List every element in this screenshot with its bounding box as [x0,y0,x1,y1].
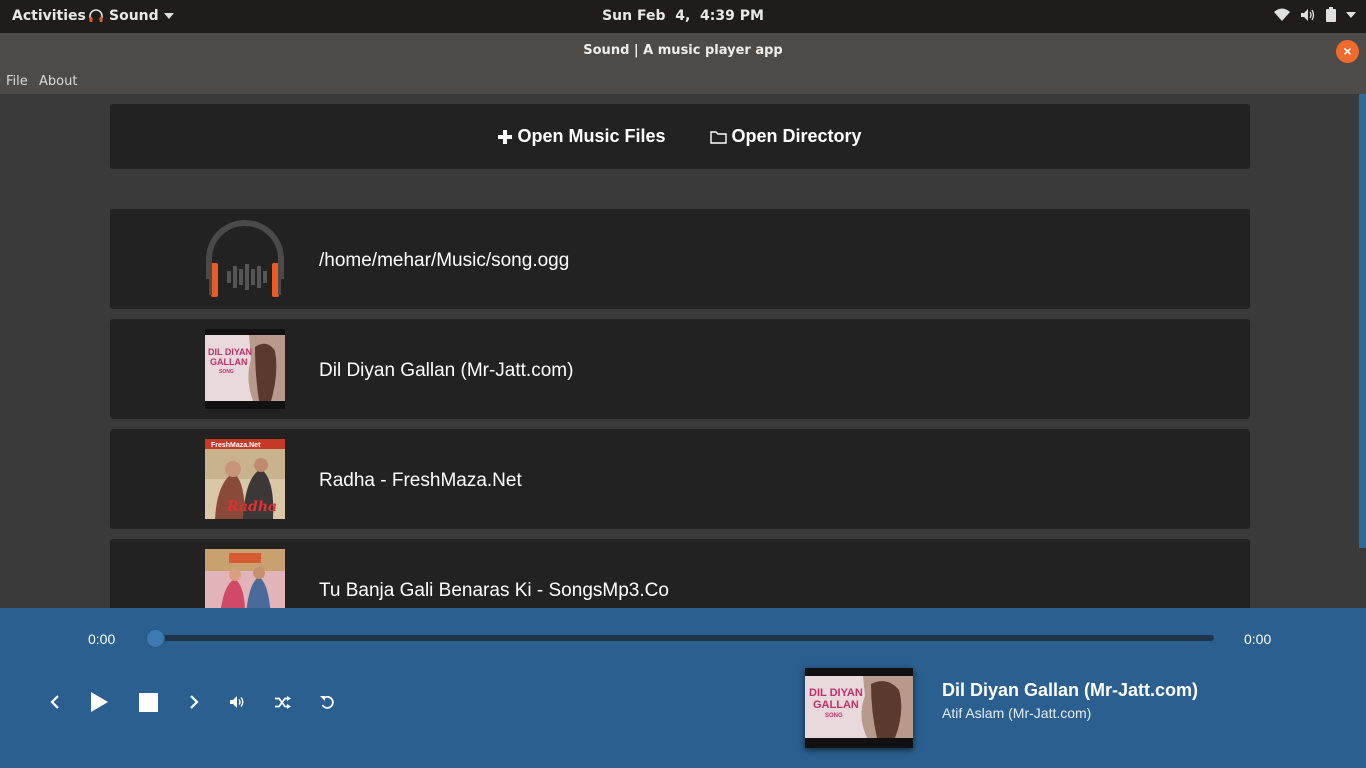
scrollbar-thumb[interactable] [1359,94,1366,548]
volume-button[interactable] [225,690,249,714]
open-directory-label: Open Directory [731,126,862,146]
menu-bar: File About [0,68,1366,94]
repeat-button[interactable] [315,690,339,714]
album-art-text: GALLAN [210,357,248,367]
open-music-files-button[interactable]: Open Music Files [498,126,666,147]
open-directory-button[interactable]: Open Directory [709,126,862,147]
window-title-bar: Sound | A music player app × [0,33,1366,68]
menu-about[interactable]: About [39,74,77,89]
chevron-right-icon [190,695,199,709]
scrollbar[interactable] [1359,94,1366,608]
wifi-icon [1274,8,1290,21]
player-bar: 0:00 0:00 DIL DIYAN GALLAN SONG Dil Diya… [0,608,1366,768]
clock[interactable]: Sun Feb 4, 4:39 PM [0,8,1366,24]
next-button[interactable] [182,690,206,714]
now-playing-title: Dil Diyan Gallan (Mr-Jatt.com) [942,680,1199,700]
song-row[interactable]: /home/mehar/Music/song.ogg [110,209,1250,309]
song-list-area[interactable]: Open Music Files Open Directory /home/me… [0,94,1359,608]
close-button[interactable]: × [1336,40,1359,63]
album-art-text: Radha [226,499,277,515]
window-title: Sound | A music player app [583,43,783,58]
play-icon [91,692,108,712]
elapsed-time: 0:00 [88,631,116,647]
system-tray[interactable] [1274,7,1356,22]
shuffle-icon [275,695,291,709]
headphones-placeholder-icon [205,219,285,299]
song-row[interactable]: DIL DIYAN GALLAN SONG Dil Diyan Gallan (… [110,319,1250,419]
chevron-down-icon [1346,11,1356,18]
album-art-text: DIL DIYAN [208,347,252,357]
plus-icon [498,129,513,144]
play-button[interactable] [87,690,111,714]
now-playing-artist: Atif Aslam (Mr-Jatt.com) [942,705,1092,721]
stop-icon [138,692,158,712]
seek-bar-handle[interactable] [147,630,164,647]
chevron-left-icon [50,695,59,709]
folder-icon [709,130,727,144]
system-top-bar: Activities Sound Sun Feb 4, 4:39 PM [0,0,1366,33]
album-art-text: SONG [825,713,843,719]
song-row[interactable]: Tu Banja Gali Benaras Ki - SongsMp3.Co [110,539,1250,608]
menu-file[interactable]: File [6,74,28,89]
previous-button[interactable] [43,690,67,714]
album-art-text: GALLAN [813,699,859,711]
now-playing-album-art: DIL DIYAN GALLAN SONG [805,668,913,748]
repeat-icon [319,695,334,709]
song-row[interactable]: FreshMaza.Net Radha Radha - FreshMaza.Ne… [110,429,1250,529]
shuffle-button[interactable] [271,690,295,714]
open-music-files-label: Open Music Files [517,126,666,146]
song-title: Dil Diyan Gallan (Mr-Jatt.com) [319,360,574,381]
volume-icon [229,696,243,708]
song-title: Radha - FreshMaza.Net [319,470,522,491]
file-toolbar: Open Music Files Open Directory [110,104,1250,169]
total-duration: 0:00 [1244,631,1272,647]
album-art-text: DIL DIYAN [809,687,863,699]
battery-icon [1326,7,1336,22]
song-title: Tu Banja Gali Benaras Ki - SongsMp3.Co [319,580,669,601]
volume-icon [1301,8,1315,21]
album-art: DIL DIYAN GALLAN SONG [205,329,285,409]
album-art-text: SONG [219,369,234,375]
album-art [205,549,285,608]
song-title: /home/mehar/Music/song.ogg [319,250,570,271]
stop-button[interactable] [136,690,160,714]
seek-bar[interactable] [146,630,1214,647]
album-art-text: FreshMaza.Net [211,442,261,449]
album-art: FreshMaza.Net Radha [205,439,285,519]
